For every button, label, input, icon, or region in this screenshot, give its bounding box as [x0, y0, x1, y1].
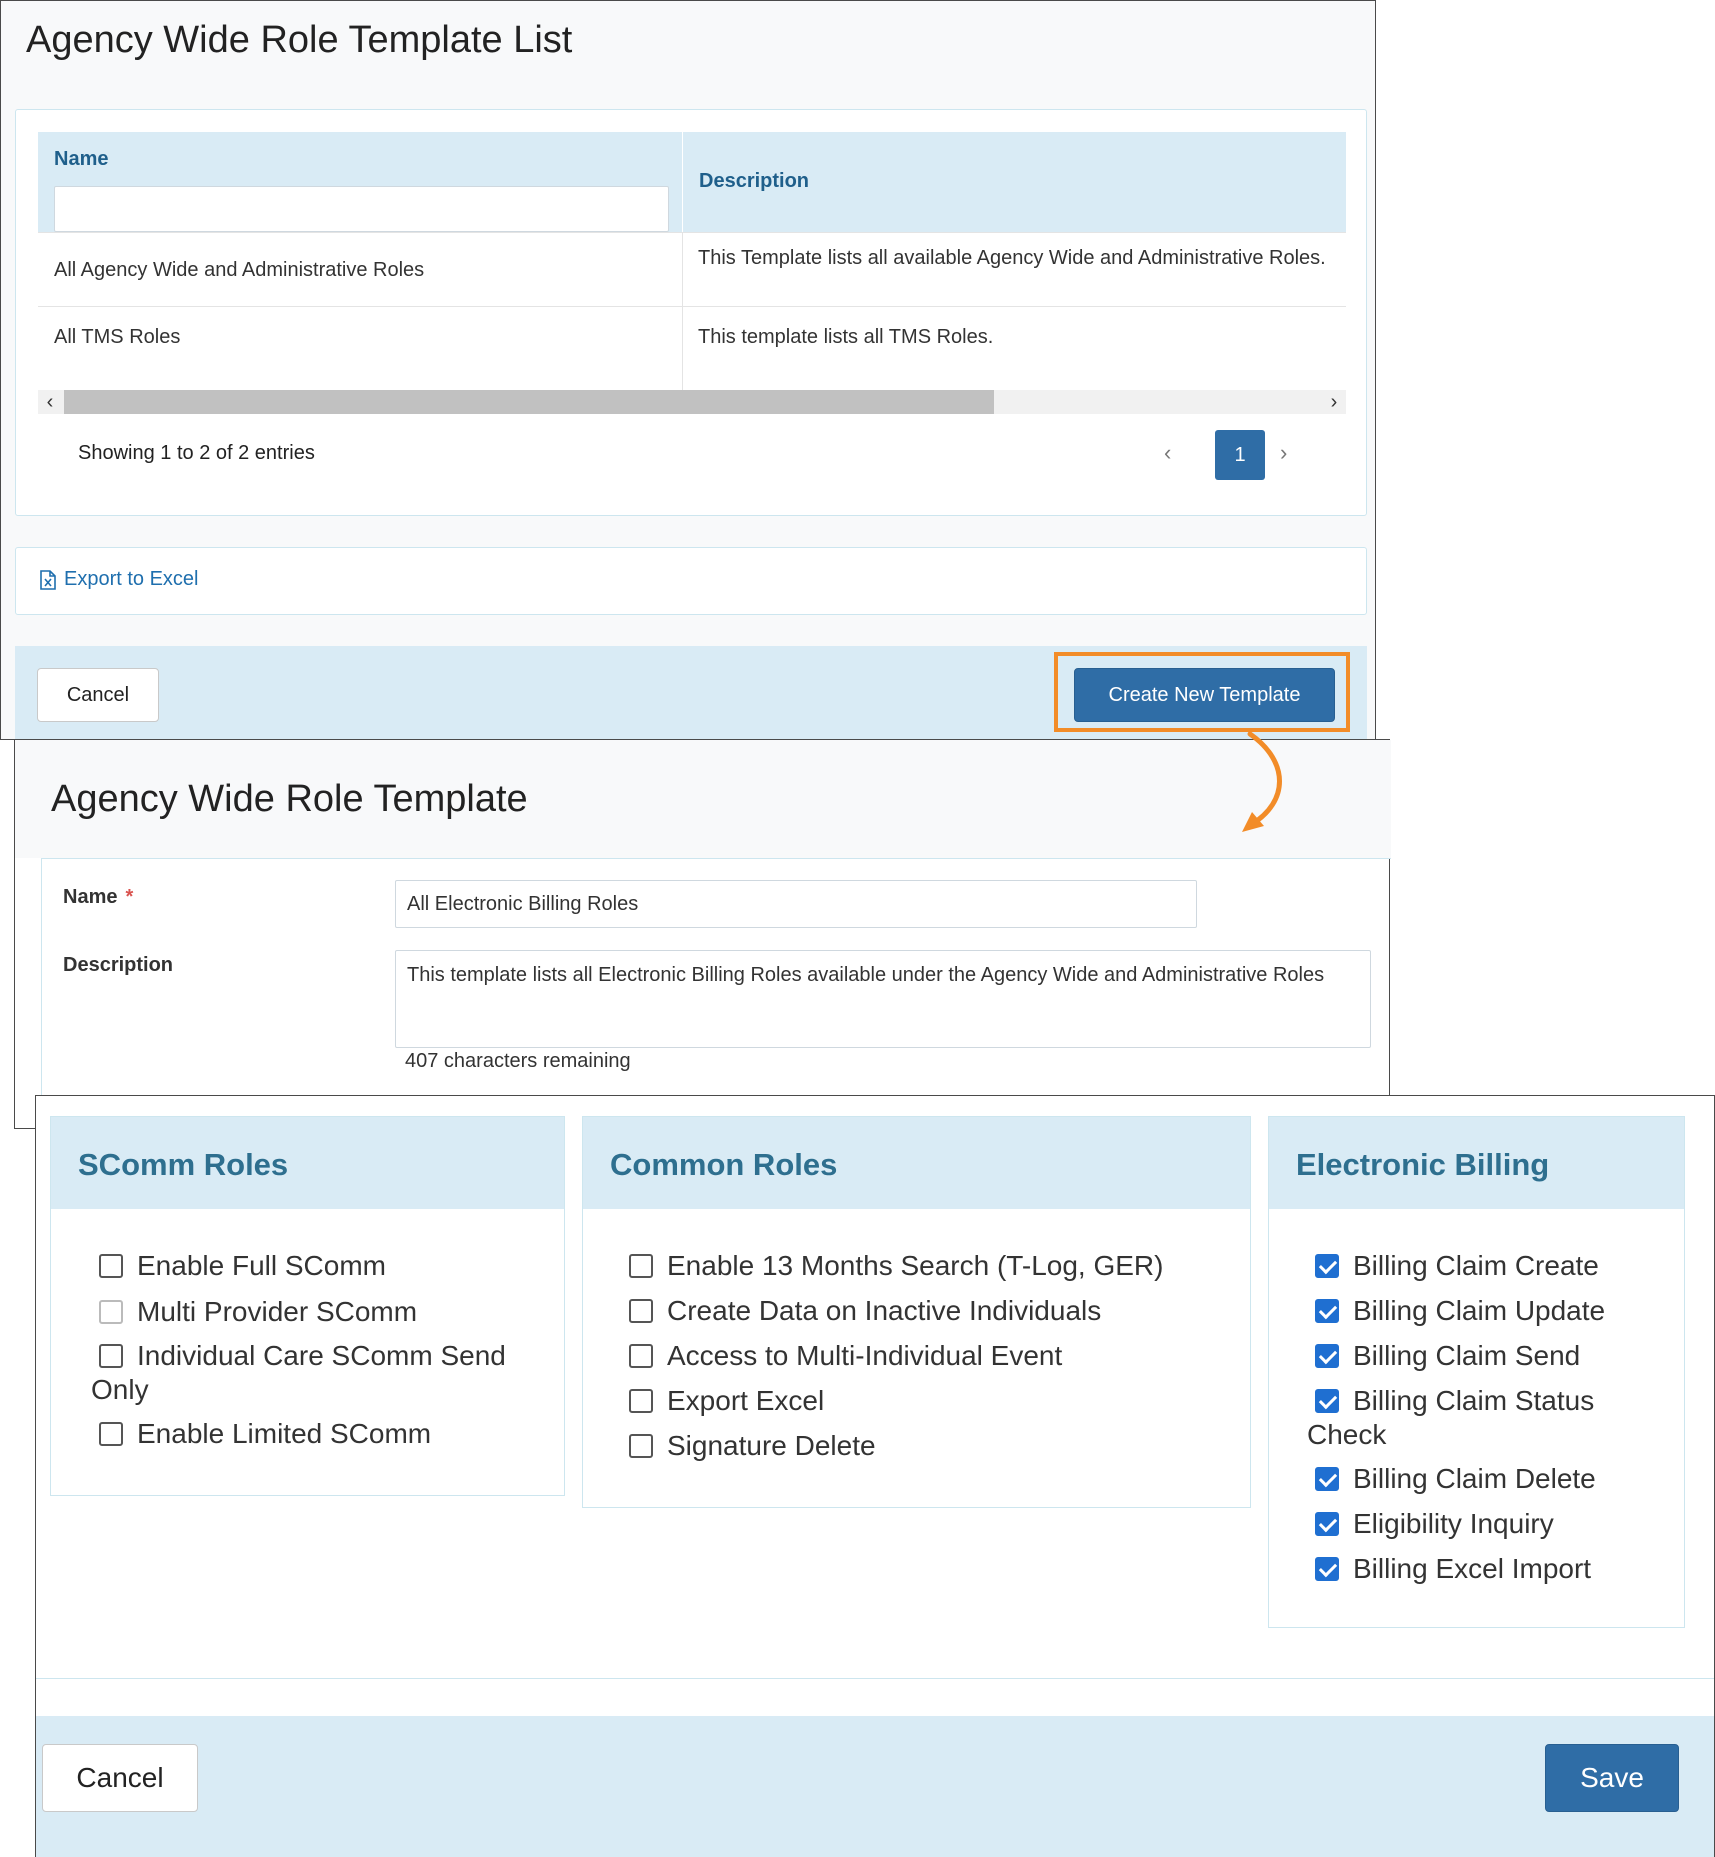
- table-row-1-name[interactable]: All TMS Roles: [54, 325, 664, 349]
- scroll-thumb[interactable]: [64, 390, 994, 414]
- checkbox-icon: [99, 1300, 123, 1324]
- role-checkbox-create-data-inactive[interactable]: Create Data on Inactive Individuals: [629, 1294, 1101, 1328]
- column-header-name: Name: [38, 132, 682, 232]
- characters-remaining: 407 characters remaining: [405, 1050, 631, 1072]
- table-row-1-description: This template lists all TMS Roles.: [698, 326, 994, 348]
- role-checkbox-individual-care-scomm[interactable]: Individual Care SComm Send Only: [91, 1339, 531, 1407]
- checkbox-checked-icon: [1315, 1557, 1339, 1581]
- entries-info: Showing 1 to 2 of 2 entries: [78, 442, 315, 464]
- role-checkbox-enable-limited-scomm[interactable]: Enable Limited SComm: [99, 1417, 431, 1451]
- role-checkbox-billing-excel-import[interactable]: Billing Excel Import: [1315, 1552, 1591, 1586]
- next-page-icon[interactable]: ›: [1280, 440, 1287, 466]
- checkbox-checked-icon: [1315, 1344, 1339, 1368]
- excel-file-icon: [40, 569, 56, 590]
- checkbox-icon: [99, 1344, 123, 1368]
- export-excel-link[interactable]: Export to Excel: [40, 568, 199, 591]
- template-form-panel: Agency Wide Role Template Name * All Elec…: [14, 739, 1391, 1130]
- name-label: Name *: [63, 886, 134, 908]
- horizontal-scrollbar[interactable]: ‹ ›: [38, 390, 1346, 414]
- name-filter-input[interactable]: [54, 186, 669, 232]
- checkbox-icon: [99, 1422, 123, 1446]
- checkbox-checked-icon: [1315, 1389, 1339, 1413]
- roles-footer: Cancel Save: [36, 1716, 1714, 1857]
- checkbox-checked-icon: [1315, 1512, 1339, 1536]
- role-group-title: SComm Roles: [78, 1147, 289, 1182]
- role-checkbox-multi-provider-scomm[interactable]: Multi Provider SComm: [99, 1295, 417, 1329]
- required-mark: *: [125, 886, 134, 908]
- table-row-0-description: This Template lists all available Agency…: [698, 247, 1326, 269]
- checkbox-checked-icon: [1315, 1467, 1339, 1491]
- role-checkbox-eligibility-inquiry[interactable]: Eligibility Inquiry: [1315, 1507, 1554, 1541]
- create-button-highlight: [1054, 652, 1350, 732]
- column-header-description: Description: [683, 132, 1346, 232]
- role-checkbox-billing-claim-send[interactable]: Billing Claim Send: [1315, 1339, 1580, 1373]
- role-checkbox-13-months-search[interactable]: Enable 13 Months Search (T-Log, GER): [629, 1249, 1163, 1283]
- role-group-common: Common Roles Enable 13 Months Search (T-…: [582, 1116, 1251, 1508]
- checkbox-icon: [99, 1254, 123, 1278]
- role-checkbox-billing-claim-update[interactable]: Billing Claim Update: [1315, 1294, 1605, 1328]
- table-row-0-name[interactable]: All Agency Wide and Administrative Roles: [54, 258, 664, 282]
- scroll-right-icon[interactable]: ›: [1322, 390, 1346, 414]
- flow-arrow-icon: [1242, 732, 1282, 832]
- checkbox-icon: [629, 1254, 653, 1278]
- role-checkbox-export-excel[interactable]: Export Excel: [629, 1384, 824, 1418]
- name-input[interactable]: All Electronic Billing Roles: [395, 880, 1197, 928]
- checkbox-checked-icon: [1315, 1299, 1339, 1323]
- checkbox-icon: [629, 1434, 653, 1458]
- form-title: Agency Wide Role Template: [51, 778, 528, 820]
- template-table-card: Name Description All Agency Wide and Adm…: [15, 109, 1367, 516]
- description-textarea[interactable]: This template lists all Electronic Billi…: [395, 950, 1371, 1048]
- checkbox-checked-icon: [1315, 1254, 1339, 1278]
- scroll-left-icon[interactable]: ‹: [38, 390, 62, 414]
- role-checkbox-signature-delete[interactable]: Signature Delete: [629, 1429, 876, 1463]
- cancel-button[interactable]: Cancel: [37, 668, 159, 722]
- page-button-1[interactable]: 1: [1215, 430, 1265, 480]
- export-excel-label: Export to Excel: [64, 568, 199, 590]
- role-group-title: Common Roles: [610, 1147, 838, 1182]
- column-header-description-label: Description: [699, 170, 810, 192]
- export-card: Export to Excel: [15, 547, 1367, 615]
- save-button[interactable]: Save: [1545, 1744, 1679, 1812]
- role-checkbox-enable-full-scomm[interactable]: Enable Full SComm: [99, 1249, 386, 1283]
- roles-panel: SComm Roles Enable Full SComm Multi Prov…: [35, 1095, 1715, 1857]
- role-checkbox-billing-claim-create[interactable]: Billing Claim Create: [1315, 1249, 1599, 1283]
- prev-page-icon[interactable]: ‹: [1164, 440, 1171, 466]
- page-title: Agency Wide Role Template List: [26, 19, 573, 61]
- role-checkbox-billing-claim-status[interactable]: Billing Claim Status Check: [1307, 1384, 1627, 1452]
- column-header-name-label: Name: [54, 148, 109, 170]
- checkbox-icon: [629, 1344, 653, 1368]
- role-group-electronic-billing: Electronic Billing Billing Claim Create …: [1268, 1116, 1685, 1628]
- role-checkbox-billing-claim-delete[interactable]: Billing Claim Delete: [1315, 1462, 1596, 1496]
- template-list-panel: Agency Wide Role Template List Name Desc…: [0, 0, 1376, 741]
- role-group-title: Electronic Billing: [1296, 1147, 1550, 1182]
- checkbox-icon: [629, 1389, 653, 1413]
- cancel-button[interactable]: Cancel: [42, 1744, 198, 1812]
- role-checkbox-multi-individual-event[interactable]: Access to Multi-Individual Event: [629, 1339, 1062, 1373]
- description-label: Description: [63, 954, 174, 976]
- checkbox-icon: [629, 1299, 653, 1323]
- role-group-scomm: SComm Roles Enable Full SComm Multi Prov…: [50, 1116, 565, 1496]
